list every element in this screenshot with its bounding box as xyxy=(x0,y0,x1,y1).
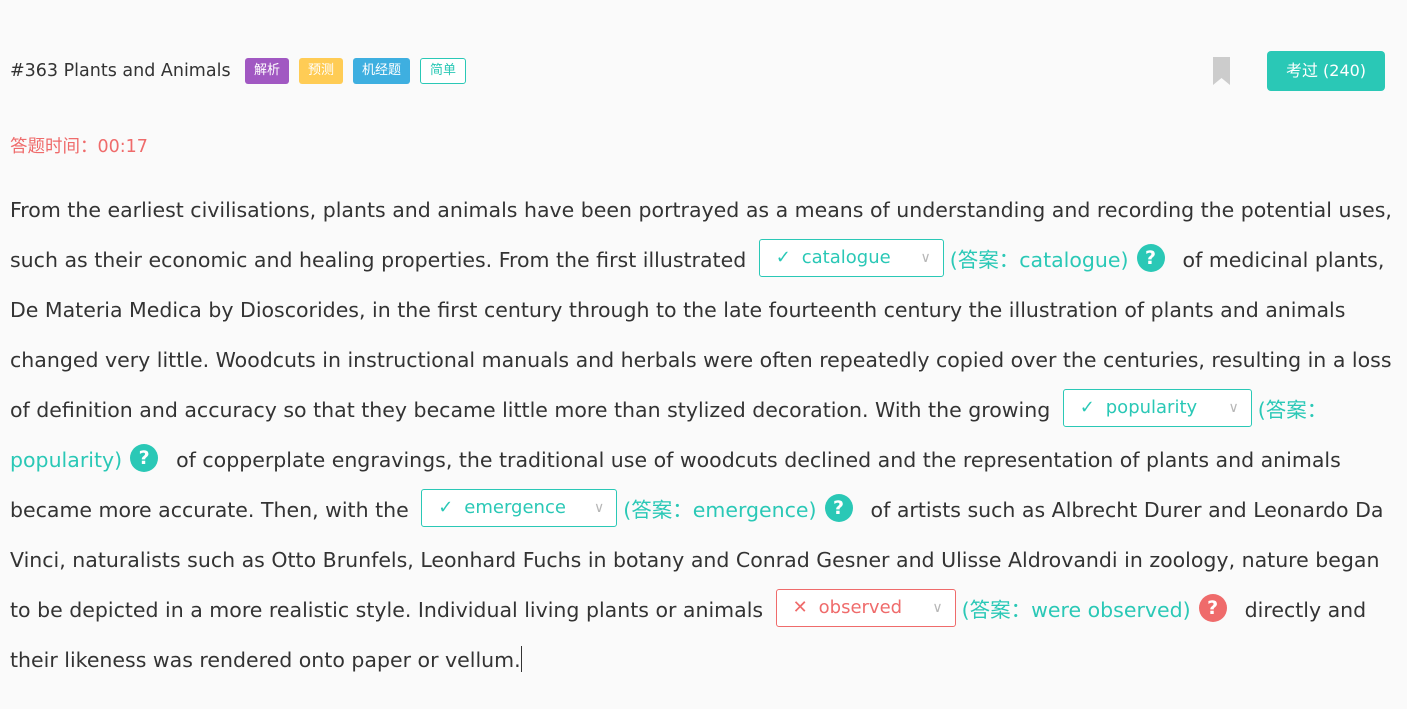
check-icon: ✓ xyxy=(438,497,454,518)
timer-label: 答题时间： xyxy=(10,137,98,157)
check-icon: ✓ xyxy=(775,247,791,268)
text-cursor xyxy=(520,646,522,672)
chevron-down-icon: ∨ xyxy=(594,500,605,516)
passage-text: From the earliest civilisations, plants … xyxy=(10,185,1395,685)
timer-value: 00:17 xyxy=(97,137,148,157)
answer-dropdown-3[interactable]: ✓ emergence ∨ xyxy=(421,489,618,527)
answer-dropdown-1[interactable]: ✓ catalogue ∨ xyxy=(758,239,944,277)
tag-prediction: 预测 xyxy=(299,58,344,84)
selected-value: observed xyxy=(818,597,903,618)
check-icon: ✓ xyxy=(1079,397,1095,418)
selected-value: emergence xyxy=(464,497,566,518)
correct-answer: (答案：catalogue) xyxy=(949,248,1129,272)
selected-value: catalogue xyxy=(801,247,891,268)
selected-value: popularity xyxy=(1105,397,1198,418)
question-header: #363 Plants and Animals 解析 预测 机经题 简单 考过 … xyxy=(10,51,1385,91)
answer-dropdown-2[interactable]: ✓ popularity ∨ xyxy=(1062,389,1252,427)
correct-answer: (答案：were observed) xyxy=(961,598,1191,622)
tag-machine-question: 机经题 xyxy=(353,58,411,84)
question-title: #363 Plants and Animals xyxy=(10,61,231,81)
tag-difficulty: 简单 xyxy=(420,58,467,84)
help-icon[interactable]: ? xyxy=(1136,244,1165,272)
correct-answer: (答案：emergence) xyxy=(623,498,817,522)
cross-icon: ✕ xyxy=(792,597,808,618)
help-icon[interactable]: ? xyxy=(824,494,853,522)
chevron-down-icon: ∨ xyxy=(920,250,931,266)
tag-analysis[interactable]: 解析 xyxy=(245,58,290,84)
help-icon[interactable]: ? xyxy=(1198,594,1227,622)
exam-count-button[interactable]: 考过 (240) xyxy=(1267,51,1385,91)
tag-list: 解析 预测 机经题 简单 xyxy=(245,58,467,84)
answer-timer: 答题时间：00:17 xyxy=(10,133,148,158)
answer-dropdown-4[interactable]: ✕ observed ∨ xyxy=(775,589,956,627)
chevron-down-icon: ∨ xyxy=(932,600,943,616)
chevron-down-icon: ∨ xyxy=(1228,400,1239,416)
bookmark-icon[interactable] xyxy=(1213,57,1230,85)
help-icon[interactable]: ? xyxy=(130,444,159,472)
